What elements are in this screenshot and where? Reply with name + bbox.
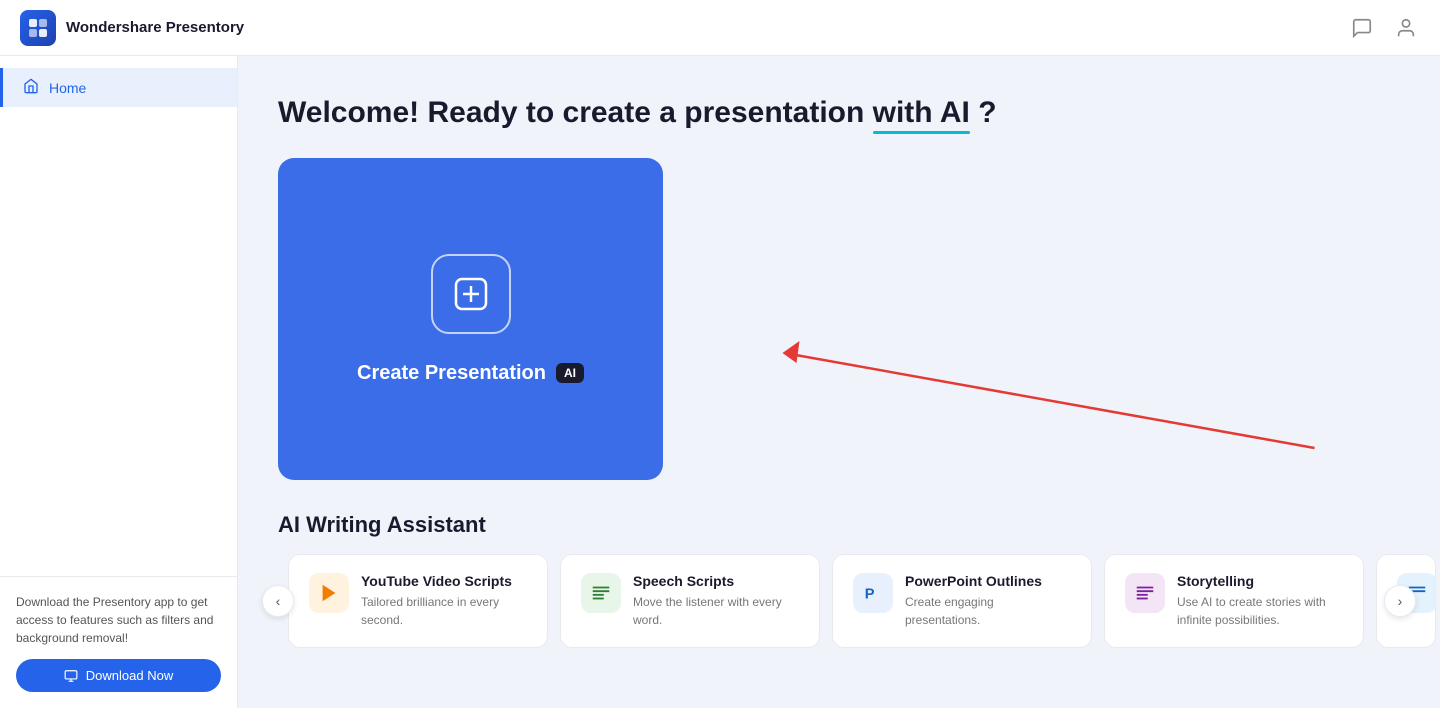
youtube-icon [309,573,349,613]
chevron-left-icon: ‹ [276,593,281,609]
app-name: Wondershare Presentory [66,19,244,36]
home-icon [23,78,39,97]
create-presentation-text: Create Presentation [357,362,546,385]
speech-card-text: Speech Scripts Move the listener with ev… [633,573,799,629]
powerpoint-card-text: PowerPoint Outlines Create engaging pres… [905,573,1071,629]
user-icon[interactable] [1392,14,1420,42]
writing-card-powerpoint[interactable]: P PowerPoint Outlines Create engaging pr… [832,554,1092,648]
svg-text:P: P [865,587,875,603]
message-icon[interactable] [1348,14,1376,42]
carousel-next-button[interactable]: › [1384,585,1416,617]
sidebar: Home Download the Presentory app to get … [0,56,238,708]
speech-card-desc: Move the listener with every word. [633,593,799,629]
powerpoint-card-desc: Create engaging presentations. [905,593,1071,629]
sidebar-nav: Home [0,56,237,576]
speech-card-title: Speech Scripts [633,573,799,589]
youtube-card-title: YouTube Video Scripts [361,573,527,589]
youtube-card-text: YouTube Video Scripts Tailored brillianc… [361,573,527,629]
topbar: Wondershare Presentory [0,0,1440,56]
speech-icon [581,573,621,613]
writing-section-wrapper: ‹ YouTube Video Scripts Tailored brillia… [278,554,1400,648]
ai-underline: with AI [873,96,970,130]
writing-cards: YouTube Video Scripts Tailored brillianc… [288,554,1390,648]
writing-card-youtube[interactable]: YouTube Video Scripts Tailored brillianc… [288,554,548,648]
create-card-label: Create Presentation AI [357,362,584,385]
sidebar-bottom: Download the Presentory app to get acces… [0,576,237,708]
carousel-prev-button[interactable]: ‹ [262,585,294,617]
sidebar-item-home-label: Home [49,80,86,96]
ai-badge: AI [556,363,584,383]
storytelling-card-desc: Use AI to create stories with infinite p… [1177,593,1343,629]
download-promo-text: Download the Presentory app to get acces… [16,593,221,647]
chevron-right-icon: › [1398,593,1403,609]
writing-card-storytelling[interactable]: Storytelling Use AI to create stories wi… [1104,554,1364,648]
content-area: Welcome! Ready to create a presentation … [238,56,1440,708]
create-presentation-icon [431,254,511,334]
sidebar-item-home[interactable]: Home [0,68,237,107]
cards-row: Create Presentation AI [278,158,1400,480]
download-btn-label: Download Now [86,668,173,683]
topbar-right [1348,14,1420,42]
arrow-container [679,158,1400,480]
ai-writing-section: AI Writing Assistant ‹ YouTube [278,512,1400,648]
storytelling-card-title: Storytelling [1177,573,1343,589]
writing-card-speech[interactable]: Speech Scripts Move the listener with ev… [560,554,820,648]
topbar-left: Wondershare Presentory [20,10,244,46]
download-now-button[interactable]: Download Now [16,659,221,692]
storytelling-icon [1125,573,1165,613]
section-title: AI Writing Assistant [278,512,1400,538]
create-presentation-card[interactable]: Create Presentation AI [278,158,663,480]
welcome-title: Welcome! Ready to create a presentation … [278,96,1400,130]
app-logo [20,10,56,46]
main-layout: Home Download the Presentory app to get … [0,56,1440,708]
powerpoint-icon: P [853,573,893,613]
youtube-card-desc: Tailored brilliance in every second. [361,593,527,629]
storytelling-card-text: Storytelling Use AI to create stories wi… [1177,573,1343,629]
powerpoint-card-title: PowerPoint Outlines [905,573,1071,589]
